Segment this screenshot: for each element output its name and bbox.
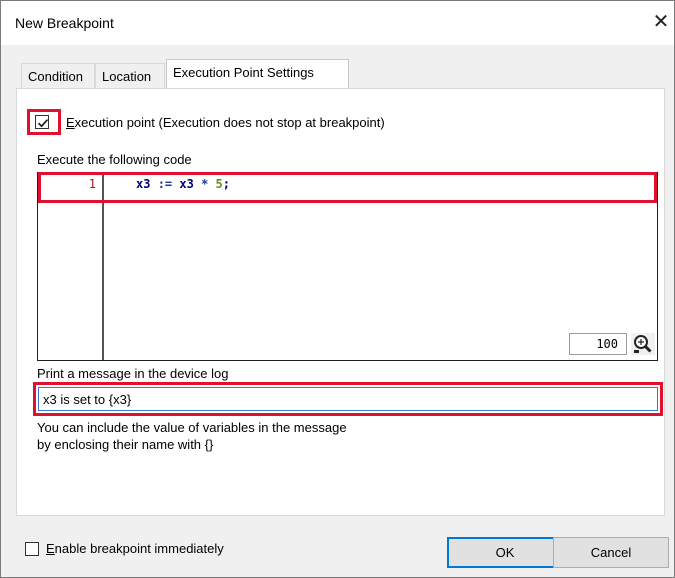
execution-point-checkbox[interactable] (35, 115, 49, 129)
log-hint-line-2: by enclosing their name with {} (37, 437, 214, 452)
enable-breakpoint-accesskey: E (46, 541, 55, 556)
window-title: New Breakpoint (15, 15, 114, 31)
tab-condition[interactable]: Condition (21, 63, 95, 88)
enable-breakpoint-label[interactable]: Enable breakpoint immediately (46, 541, 224, 556)
zoom-level-field[interactable]: 100 (569, 333, 627, 355)
execution-point-label[interactable]: Execution point (Execution does not stop… (66, 115, 385, 130)
log-message-label: Print a message in the device log (37, 366, 229, 381)
code-section-label: Execute the following code (37, 152, 192, 167)
log-hint-line-1: You can include the value of variables i… (37, 420, 347, 435)
new-breakpoint-dialog: New Breakpoint ✕ Condition Location Exec… (0, 0, 675, 578)
tab-condition-label: Condition (28, 69, 83, 84)
log-message-highlight (33, 382, 663, 416)
ok-button[interactable]: OK (447, 537, 563, 568)
magnifier-icon[interactable] (631, 333, 655, 355)
tab-location-label: Location (102, 69, 152, 84)
checkmark-icon (37, 119, 49, 128)
code-line-highlight (38, 172, 657, 203)
tab-execution-point-settings[interactable]: Execution Point Settings (166, 59, 349, 88)
tab-execution-point-settings-label: Execution Point Settings (173, 65, 314, 80)
title-bar: New Breakpoint ✕ (1, 1, 674, 45)
tab-location[interactable]: Location (95, 63, 165, 88)
execution-point-accesskey: E (66, 115, 75, 130)
enable-breakpoint-text: nable breakpoint immediately (54, 541, 224, 556)
cancel-button[interactable]: Cancel (553, 537, 669, 568)
enable-breakpoint-checkbox[interactable] (25, 542, 39, 556)
execution-point-text: xecution point (Execution does not stop … (74, 115, 385, 130)
close-icon[interactable]: ✕ (651, 11, 671, 33)
